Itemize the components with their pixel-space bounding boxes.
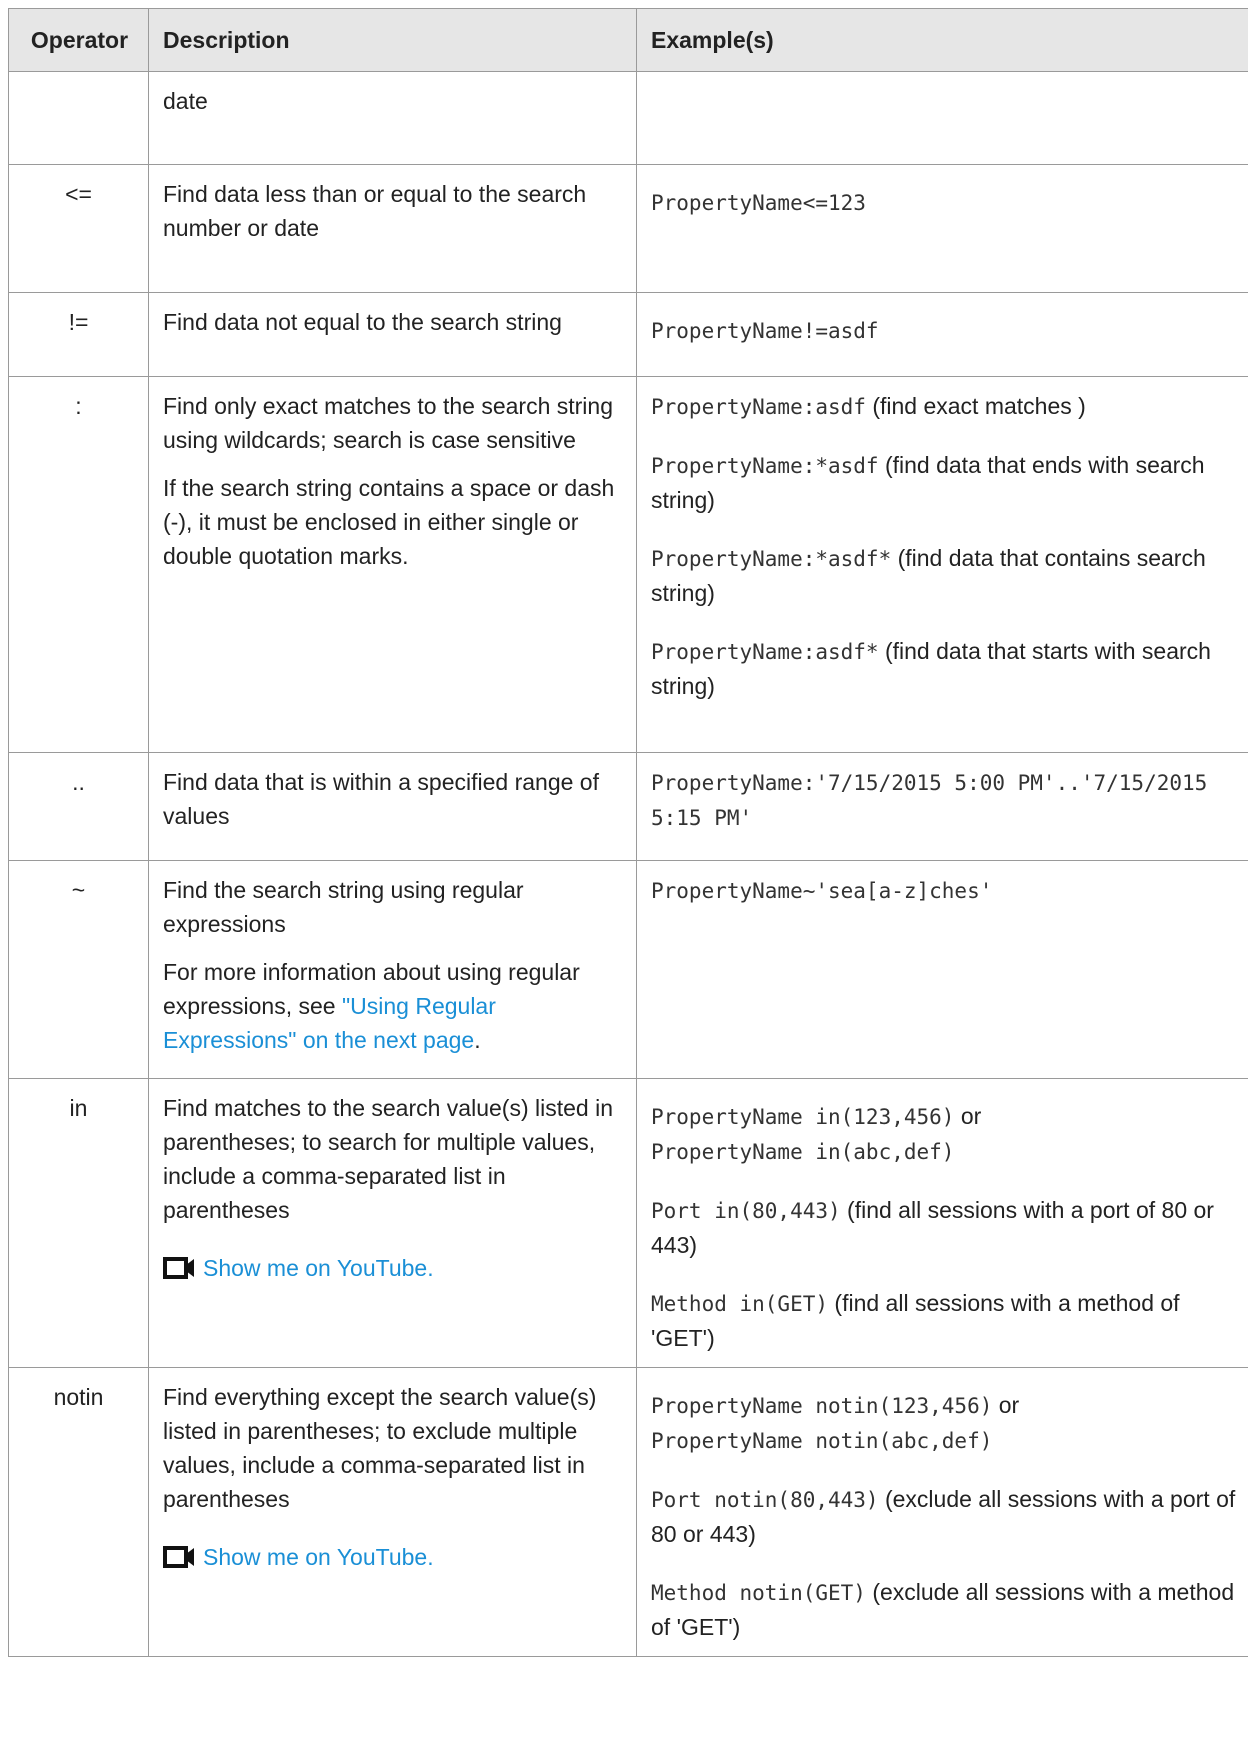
example-code: PropertyName<=123 <box>651 191 866 215</box>
table-row: .. Find data that is within a specified … <box>8 752 1248 861</box>
youtube-link[interactable]: Show me on YouTube. <box>203 1544 434 1570</box>
description-cell: Find only exact matches to the search st… <box>148 376 637 753</box>
example-cell: PropertyName<=123 <box>636 164 1248 293</box>
description-text: date <box>163 88 208 114</box>
example-code: PropertyName notin(123,456) <box>651 1394 993 1418</box>
description-text: Find the search string using regular exp… <box>163 877 524 937</box>
operator-cell: .. <box>8 752 149 861</box>
example-code: Port in(80,443) <box>651 1199 841 1223</box>
example-code: PropertyName:*asdf* <box>651 547 892 571</box>
operators-table: Operator Description Example(s) date <= … <box>8 8 1248 1657</box>
example-cell: PropertyName:asdf (find exact matches ) … <box>636 376 1248 753</box>
example-code: PropertyName!=asdf <box>651 319 879 343</box>
operator-cell: <= <box>8 164 149 293</box>
example-code: PropertyName:*asdf <box>651 454 879 478</box>
description-cell: Find matches to the search value(s) list… <box>148 1078 637 1368</box>
description-text: Find data less than or equal to the sear… <box>163 181 587 241</box>
youtube-link[interactable]: Show me on YouTube. <box>203 1255 434 1281</box>
header-description: Description <box>148 8 637 72</box>
operator-cell <box>8 71 149 165</box>
description-cell: Find everything except the search value(… <box>148 1367 637 1657</box>
example-code: Method notin(GET) <box>651 1581 866 1605</box>
description-text: Find everything except the search value(… <box>163 1384 597 1512</box>
operator-cell: != <box>8 292 149 377</box>
table-row: in Find matches to the search value(s) l… <box>8 1078 1248 1368</box>
example-note: (find exact matches ) <box>865 393 1086 419</box>
operator-cell: : <box>8 376 149 753</box>
table-row: != Find data not equal to the search str… <box>8 292 1248 377</box>
example-code: PropertyName:'7/15/2015 5:00 PM'..'7/15/… <box>651 771 1208 830</box>
description-text: Find data that is within a specified ran… <box>163 769 599 829</box>
example-code: PropertyName:asdf* <box>651 640 879 664</box>
description-text: Find matches to the search value(s) list… <box>163 1095 613 1223</box>
description-cell: date <box>148 71 637 165</box>
operator-cell: ~ <box>8 860 149 1079</box>
video-camera-icon <box>163 1255 197 1289</box>
table-row: <= Find data less than or equal to the s… <box>8 164 1248 293</box>
table-row: notin Find everything except the search … <box>8 1367 1248 1657</box>
table-row: date <box>8 71 1248 165</box>
example-code: Method in(GET) <box>651 1292 829 1316</box>
video-camera-icon <box>163 1544 197 1578</box>
description-text: Find data not equal to the search string <box>163 309 562 335</box>
table-header-row: Operator Description Example(s) <box>8 8 1248 72</box>
example-code: PropertyName~'sea[a-z]ches' <box>651 879 993 903</box>
table-row: : Find only exact matches to the search … <box>8 376 1248 753</box>
header-operator: Operator <box>8 8 149 72</box>
example-code: PropertyName notin(abc,def) <box>651 1429 993 1453</box>
example-cell: PropertyName notin(123,456) or PropertyN… <box>636 1367 1248 1657</box>
header-examples: Example(s) <box>636 8 1248 72</box>
example-note: or <box>992 1392 1020 1418</box>
example-code: Port notin(80,443) <box>651 1488 879 1512</box>
description-cell: Find data not equal to the search string <box>148 292 637 377</box>
example-cell <box>636 71 1248 165</box>
example-cell: PropertyName in(123,456) or PropertyName… <box>636 1078 1248 1368</box>
example-note: or <box>954 1103 982 1129</box>
description-punct: . <box>474 1027 481 1053</box>
operator-cell: in <box>8 1078 149 1368</box>
description-cell: Find the search string using regular exp… <box>148 860 637 1079</box>
description-cell: Find data that is within a specified ran… <box>148 752 637 861</box>
description-cell: Find data less than or equal to the sear… <box>148 164 637 293</box>
example-cell: PropertyName!=asdf <box>636 292 1248 377</box>
example-cell: PropertyName:'7/15/2015 5:00 PM'..'7/15/… <box>636 752 1248 861</box>
example-code: PropertyName:asdf <box>651 395 866 419</box>
description-text: If the search string contains a space or… <box>163 475 615 569</box>
example-cell: PropertyName~'sea[a-z]ches' <box>636 860 1248 1079</box>
table-row: ~ Find the search string using regular e… <box>8 860 1248 1079</box>
example-code: PropertyName in(123,456) <box>651 1105 955 1129</box>
example-code: PropertyName in(abc,def) <box>651 1140 955 1164</box>
description-text: Find only exact matches to the search st… <box>163 393 613 453</box>
operator-cell: notin <box>8 1367 149 1657</box>
